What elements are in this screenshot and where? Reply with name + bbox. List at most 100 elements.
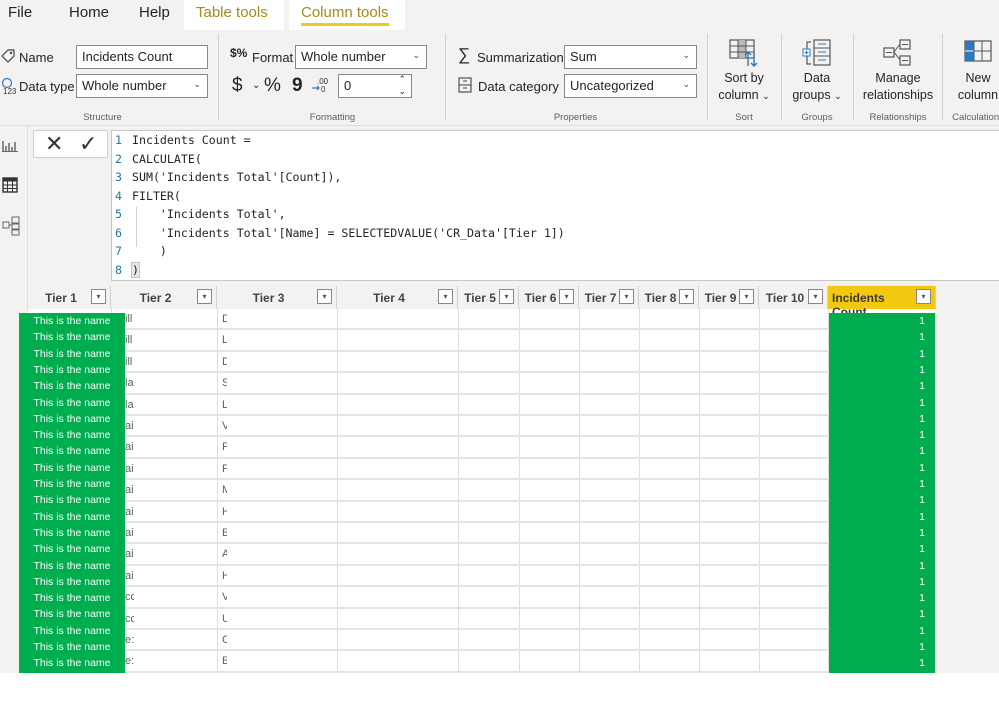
incidents-count-cell: 1: [919, 641, 925, 653]
model-view-icon[interactable]: [2, 216, 20, 241]
column-header-tier-6[interactable]: Tier 6 ▾: [519, 286, 579, 309]
column-header-incidents-count[interactable]: Incidents Count ▾: [828, 286, 936, 319]
table-row[interactable]: [28, 437, 935, 459]
tab-help[interactable]: Help: [139, 4, 170, 21]
datatype-select[interactable]: Whole number ⌄: [76, 74, 208, 98]
table-row[interactable]: [28, 373, 935, 395]
format-value: Whole number: [301, 49, 386, 64]
name-input[interactable]: Incidents Count: [76, 45, 208, 69]
decimal-places-input[interactable]: 0 ⌃ ⌄: [338, 74, 412, 98]
group-separator: [942, 34, 943, 120]
svg-text:0: 0: [321, 85, 326, 94]
data-category-value: Uncategorized: [570, 78, 654, 93]
table-row[interactable]: [28, 523, 935, 545]
line-number: 4: [115, 189, 122, 203]
percent-button[interactable]: %: [264, 75, 281, 97]
tier1-name-cell: This is the name: [33, 510, 111, 523]
tab-home[interactable]: Home: [69, 4, 109, 21]
tier1-name-cell: This is the name: [33, 478, 111, 490]
tier1-name-cell: This is the name: [33, 592, 111, 605]
incidents-count-cell: 1: [919, 657, 925, 670]
table-row[interactable]: [28, 395, 935, 416]
tier1-name-cell: This is the name: [33, 543, 111, 556]
table-row[interactable]: [28, 566, 935, 588]
new-column-button[interactable]: New column: [946, 38, 999, 104]
table-row[interactable]: [28, 587, 935, 609]
data-category-select[interactable]: Uncategorized ⌄: [564, 74, 697, 98]
summarization-select[interactable]: Sum ⌄: [564, 45, 697, 69]
decimal-places-icon[interactable]: .00 0: [311, 76, 329, 97]
tier1-name-cell: This is the name: [33, 657, 111, 670]
table-row[interactable]: [28, 352, 935, 374]
data-groups-button[interactable]: Data groups ⌄: [786, 38, 848, 105]
manage-relationships-button[interactable]: Manage relationships: [856, 38, 940, 104]
column-filter-dropdown-icon[interactable]: ▾: [916, 289, 931, 304]
new-column-line1: New: [965, 71, 991, 85]
incidents-count-cell: 1: [919, 608, 925, 621]
sort-by-column-button[interactable]: Sort by column ⌄: [712, 38, 776, 105]
tab-column-tools[interactable]: Column tools: [289, 0, 405, 30]
table-row[interactable]: [28, 459, 935, 481]
tier3-cell: H: [222, 569, 227, 582]
table-row[interactable]: [28, 416, 935, 438]
summarization-label: Summarization: [477, 50, 564, 65]
group-label-groups: Groups: [801, 112, 833, 123]
tier1-name-cell: This is the name: [33, 331, 111, 344]
group-label-formatting: Formatting: [309, 112, 356, 123]
tier1-name-cell: This is the name: [33, 396, 111, 409]
data-view-icon[interactable]: [2, 177, 18, 198]
incidents-count-cell: 1: [919, 494, 925, 507]
tab-file[interactable]: File: [8, 4, 32, 21]
column-filter-dropdown-icon[interactable]: ▾: [559, 289, 574, 304]
column-filter-dropdown-icon[interactable]: ▾: [499, 289, 514, 304]
table-row[interactable]: [28, 330, 935, 352]
column-header-tier-8[interactable]: Tier 8 ▾: [639, 286, 699, 309]
column-header-tier-10[interactable]: Tier 10 ▾: [759, 286, 828, 309]
incidents-count-cell: 1: [919, 559, 925, 572]
commit-formula-button[interactable]: ✓: [79, 132, 97, 156]
column-header-tier-7[interactable]: Tier 7 ▾: [579, 286, 639, 309]
column-filter-dropdown-icon[interactable]: ▾: [679, 289, 694, 304]
incidents-count-cell: 1: [919, 380, 925, 393]
tier1-name-cell: This is the name: [33, 559, 111, 572]
report-view-icon[interactable]: [2, 138, 18, 157]
cancel-formula-button[interactable]: ✕: [45, 132, 63, 156]
column-filter-dropdown-icon[interactable]: ▾: [808, 289, 823, 304]
table-row[interactable]: [28, 609, 935, 630]
column-header-tier-9[interactable]: Tier 9 ▾: [699, 286, 759, 309]
spinner-icon[interactable]: ⌃ ⌄: [398, 73, 406, 97]
group-label-properties: Properties: [553, 112, 598, 123]
table-row[interactable]: [28, 651, 935, 673]
incidents-count-cell: 1: [919, 347, 925, 360]
column-header-tier-4[interactable]: Tier 4 ▾: [337, 286, 458, 309]
column-filter-dropdown-icon[interactable]: ▾: [438, 289, 453, 304]
table-row[interactable]: [28, 502, 935, 523]
dax-editor[interactable]: 1 Incidents Count = 2 CALCULATE( 3 SUM('Inc…: [111, 130, 999, 281]
currency-button[interactable]: $: [232, 75, 243, 97]
table-row[interactable]: [28, 630, 935, 652]
incidents-count-cell: 1: [919, 510, 925, 523]
table-row[interactable]: [28, 544, 935, 566]
table-row[interactable]: [28, 480, 935, 502]
incidents-count-cell: 1: [919, 624, 925, 637]
comma-style-button[interactable]: 9: [292, 75, 303, 97]
column-filter-dropdown-icon[interactable]: ▾: [317, 289, 332, 304]
tab-table-tools[interactable]: Table tools: [184, 0, 284, 30]
column-filter-dropdown-icon[interactable]: ▾: [197, 289, 212, 304]
column-header-tier-2[interactable]: Tier 2 ▾: [111, 286, 217, 309]
currency-dropdown-icon[interactable]: ⌄: [252, 80, 260, 91]
column-header-tier-3[interactable]: Tier 3 ▾: [217, 286, 337, 309]
column-filter-dropdown-icon[interactable]: ▾: [91, 289, 106, 304]
data-groups-line1: Data: [803, 71, 831, 85]
incidents-count-cell: 1: [919, 526, 925, 539]
format-select[interactable]: Whole number ⌄: [295, 45, 427, 69]
column-header-tier-1[interactable]: Tier 1 ▾: [28, 286, 111, 309]
column-header-tier-5[interactable]: Tier 5 ▾: [458, 286, 519, 309]
tier2-cell: ill: [125, 313, 133, 325]
column-filter-dropdown-icon[interactable]: ▾: [739, 289, 754, 304]
table-row[interactable]: [28, 309, 935, 331]
line-number: 2: [115, 152, 122, 166]
column-filter-dropdown-icon[interactable]: ▾: [619, 289, 634, 304]
code-text: FILTER(: [132, 189, 181, 203]
tier2-cell: ill: [125, 355, 133, 368]
